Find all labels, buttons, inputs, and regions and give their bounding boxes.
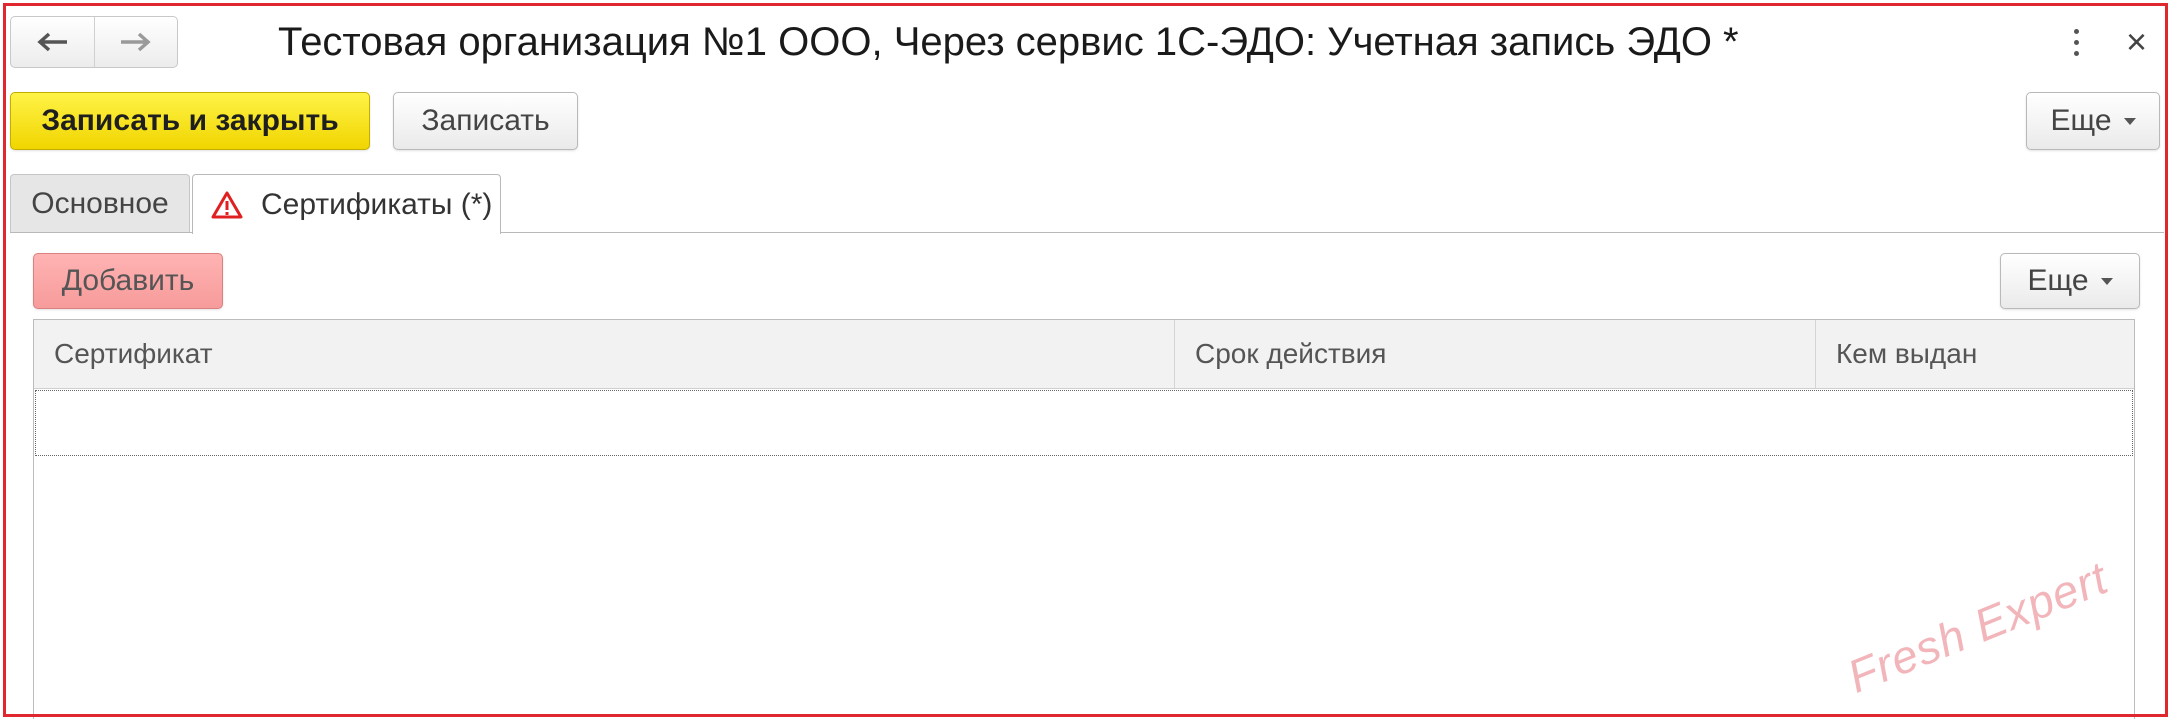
back-button[interactable]	[11, 17, 94, 67]
panel-more-label: Еще	[2027, 264, 2089, 297]
tab-main[interactable]: Основное	[10, 174, 190, 232]
tab-certificates-label: Сертификаты (*)	[261, 187, 493, 221]
more-vertical-icon[interactable]	[2066, 24, 2086, 60]
save-and-close-button[interactable]: Записать и закрыть	[10, 92, 370, 150]
table-row[interactable]	[35, 390, 2133, 456]
more-menu-label: Еще	[2050, 104, 2112, 137]
warning-icon	[211, 191, 243, 218]
chevron-down-icon	[2100, 277, 2113, 285]
column-header-certificate[interactable]: Сертификат	[34, 320, 1175, 388]
chevron-down-icon	[2123, 117, 2136, 125]
tab-certificates[interactable]: Сертификаты (*)	[192, 174, 501, 234]
add-certificate-button[interactable]: Добавить	[33, 253, 223, 309]
more-menu-button[interactable]: Еще	[2026, 92, 2160, 150]
arrow-right-icon	[120, 32, 151, 52]
save-button[interactable]: Записать	[393, 92, 578, 150]
window-title: Тестовая организация №1 ООО, Через серви…	[278, 20, 1739, 64]
table-header: Сертификат Срок действия Кем выдан	[34, 320, 2134, 389]
forward-button[interactable]	[93, 17, 178, 67]
close-icon[interactable]: ×	[2126, 24, 2147, 60]
column-header-validity[interactable]: Срок действия	[1175, 320, 1816, 388]
certificates-table[interactable]: Сертификат Срок действия Кем выдан	[33, 319, 2135, 719]
navigation-buttons	[10, 16, 178, 68]
panel-more-button[interactable]: Еще	[2000, 253, 2140, 309]
arrow-left-icon	[37, 32, 68, 52]
column-header-issuer[interactable]: Кем выдан	[1816, 320, 2134, 388]
